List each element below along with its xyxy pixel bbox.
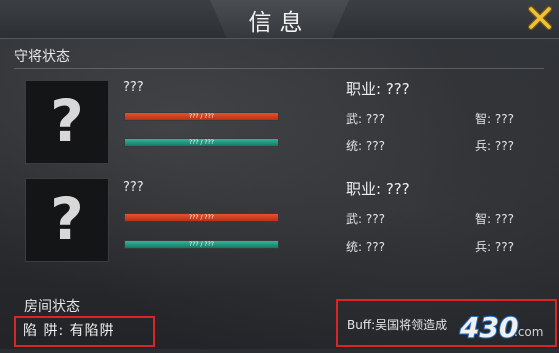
site-watermark-logo: 430 .com: [452, 306, 559, 349]
close-icon: [528, 6, 552, 30]
general-portrait[interactable]: ?: [25, 80, 109, 164]
svg-text:430: 430: [459, 311, 518, 344]
stat-wu: 武: ???: [346, 212, 385, 226]
defender-section-title: 守将状态: [14, 49, 70, 65]
stat-bing: 兵: ???: [475, 240, 514, 254]
close-button[interactable]: [526, 4, 554, 32]
room-section-title: 房间状态: [24, 299, 80, 315]
section-divider: [14, 68, 544, 69]
hp-bar-text: ??? / ???: [189, 113, 214, 120]
question-mark-icon: ?: [50, 87, 84, 155]
question-mark-icon: ?: [50, 185, 84, 253]
stat-zhi: 智: ???: [475, 112, 514, 126]
hp-bar-text: ??? / ???: [189, 214, 214, 221]
stat-bing: 兵: ???: [475, 139, 514, 153]
trap-status-text: 陷 阱: 有陷阱: [23, 323, 115, 339]
general-name: ???: [123, 180, 144, 195]
hp-bar: ??? / ???: [124, 112, 279, 121]
buff-text: Buff:吴国将领造成: [347, 318, 448, 332]
page-title: 信息: [248, 10, 311, 36]
svg-text:.com: .com: [514, 325, 543, 339]
troop-bar: ??? / ???: [124, 240, 279, 249]
general-portrait[interactable]: ?: [25, 178, 109, 262]
troop-bar-text: ??? / ???: [189, 139, 214, 146]
stat-tong: 统: ???: [346, 240, 385, 254]
troop-bar: ??? / ???: [124, 138, 279, 147]
hp-bar: ??? / ???: [124, 213, 279, 222]
job-label: 职业: ???: [346, 180, 410, 198]
background-art: [0, 0, 559, 349]
stat-zhi: 智: ???: [475, 212, 514, 226]
stat-tong: 统: ???: [346, 139, 385, 153]
general-name: ???: [123, 80, 144, 95]
job-label: 职业: ???: [346, 80, 410, 98]
title-bar: 信息: [0, 0, 559, 39]
troop-bar-text: ??? / ???: [189, 241, 214, 248]
stat-wu: 武: ???: [346, 112, 385, 126]
